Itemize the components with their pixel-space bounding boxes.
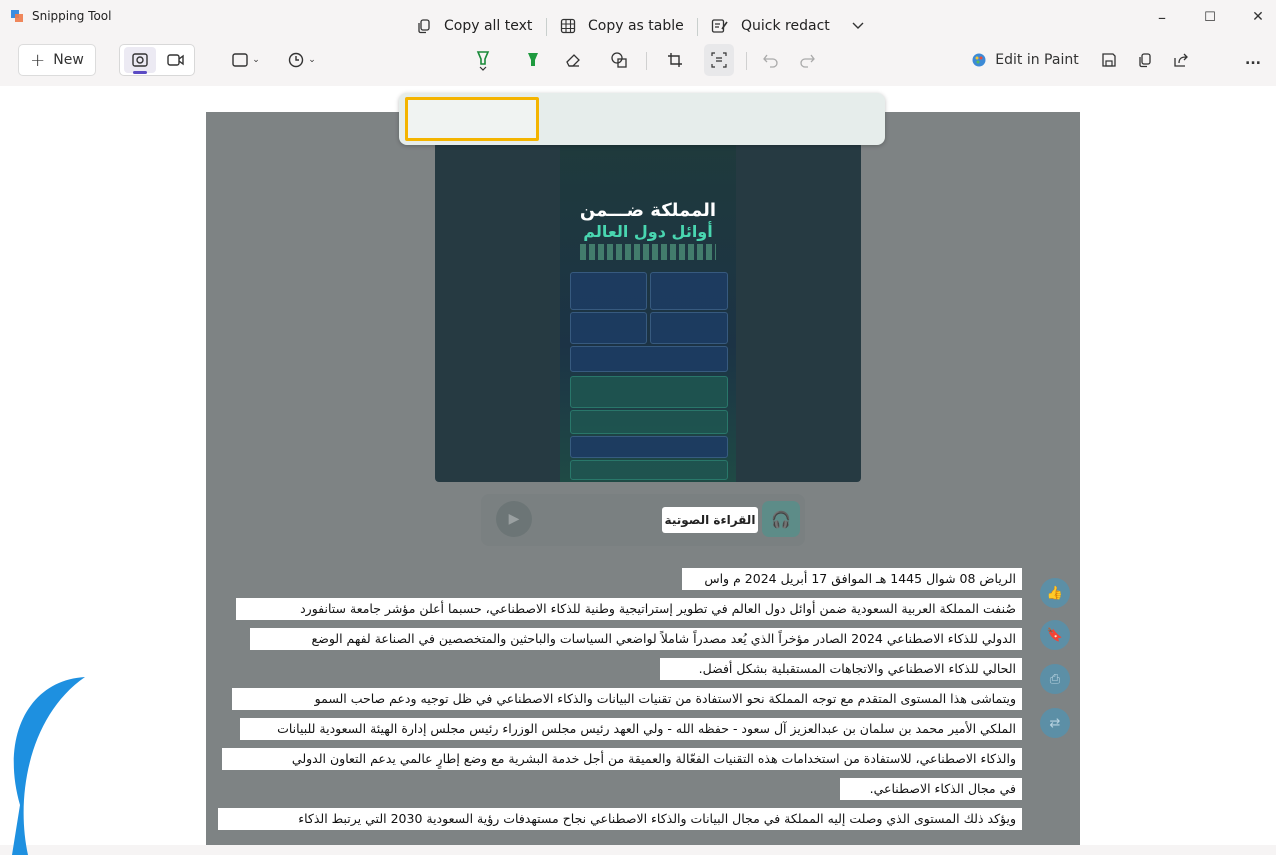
article-line: والذكاء الاصطناعي، للاستفادة من استخداما… <box>222 748 1022 770</box>
minimize-button[interactable]: – <box>1142 4 1182 30</box>
toolbar-divider <box>746 52 747 70</box>
copy-icon <box>1139 53 1151 68</box>
shapes-icon <box>611 52 627 68</box>
article-line: ويؤكد ذلك المستوى الذي وصلت إليه المملكة… <box>218 808 1022 830</box>
print-icon: ⎙ <box>1040 664 1070 694</box>
redact-icon <box>711 19 728 33</box>
new-button-label: New <box>53 52 84 68</box>
copy-all-text-highlight <box>405 97 539 141</box>
text-actions-button[interactable] <box>704 44 734 76</box>
popup-divider <box>546 18 547 36</box>
shape-icon <box>232 53 248 67</box>
copy-all-text-label: Copy all text <box>444 18 533 34</box>
timer-dropdown[interactable]: ⌄ <box>280 44 324 76</box>
new-button[interactable]: + New <box>18 44 96 76</box>
edit-in-paint-button[interactable]: Edit in Paint <box>966 44 1084 76</box>
paint-icon <box>972 53 986 67</box>
bookmark-icon: 🔖 <box>1040 620 1070 650</box>
infographic: المملكة ضـــمن أوائل دول العالم <box>560 142 736 482</box>
copy-button[interactable] <box>1130 44 1160 76</box>
info-box <box>650 312 728 344</box>
like-icon: 👍 <box>1040 578 1070 608</box>
play-icon: ▶ <box>508 511 520 527</box>
snipping-tool-icon <box>11 10 23 22</box>
chevron-down-icon: ⌄ <box>308 55 316 65</box>
share-icon <box>1174 53 1188 67</box>
article-line: في مجال الذكاء الاصطناعي. <box>840 778 1022 800</box>
quick-redact-dropdown[interactable] <box>852 12 864 40</box>
ballpoint-pen-button[interactable] <box>468 44 498 76</box>
more-options-button[interactable]: ... <box>1238 44 1268 76</box>
info-box <box>570 436 728 458</box>
chevron-down-icon: ⌄ <box>252 55 260 65</box>
save-icon <box>1102 53 1116 67</box>
article-line: الدولي للذكاء الاصطناعي 2024 الصادر مؤخر… <box>250 628 1022 650</box>
share-button[interactable] <box>1166 44 1196 76</box>
copy-as-table-label: Copy as table <box>588 18 684 34</box>
eraser-button[interactable] <box>558 44 588 76</box>
translate-icon: ⇄ <box>1040 708 1070 738</box>
article-line: الملكي الأمير محمد بن سلمان بن عبدالعزيز… <box>240 718 1022 740</box>
poster-title-line1: المملكة ضـــمن <box>579 200 717 221</box>
eraser-icon <box>566 54 580 67</box>
undo-icon <box>763 54 778 68</box>
close-button[interactable]: ✕ <box>1238 4 1276 30</box>
quick-redact-button[interactable]: Quick redact <box>711 12 830 40</box>
poster-image: المملكة ضـــمن أوائل دول العالم <box>435 142 861 482</box>
window-title: Snipping Tool <box>32 9 112 23</box>
toolbar-divider <box>646 52 647 70</box>
ballpoint-pen-icon <box>476 51 490 71</box>
timer-icon <box>289 52 304 68</box>
chevron-down-icon <box>852 22 864 29</box>
info-box <box>570 410 728 434</box>
copy-icon <box>418 19 430 34</box>
info-box <box>570 346 728 372</box>
shapes-button[interactable] <box>604 44 634 76</box>
highlighter-icon <box>528 53 538 66</box>
audio-reading-label: القراءة الصوتية <box>662 507 758 533</box>
plus-icon: + <box>30 49 46 71</box>
edit-in-paint-label: Edit in Paint <box>995 52 1079 68</box>
copy-all-text-button[interactable]: Copy all text <box>416 12 532 40</box>
info-box <box>570 376 728 408</box>
video-mode-icon <box>167 54 184 66</box>
save-button[interactable] <box>1094 44 1124 76</box>
maximize-button[interactable]: ☐ <box>1190 4 1230 30</box>
info-box <box>570 272 647 310</box>
redo-icon <box>800 54 815 68</box>
info-box <box>570 460 728 480</box>
screenshot-mode-button[interactable] <box>126 44 154 76</box>
toolbar: + New ⌄ ⌄ Edit in Paint ... <box>0 34 1276 86</box>
play-button[interactable]: ▶ <box>496 501 532 537</box>
popup-divider <box>697 18 698 36</box>
copy-as-table-button[interactable]: Copy as table <box>560 12 684 40</box>
headphones-icon: 🎧 <box>762 501 800 537</box>
table-icon <box>560 18 576 34</box>
article-line: صُنفت المملكة العربية السعودية ضمن أوائل… <box>236 598 1022 620</box>
highlighter-button[interactable] <box>518 44 548 76</box>
poster-title-line2: أوائل دول العالم <box>583 222 713 241</box>
video-mode-button[interactable] <box>162 44 190 76</box>
decorative-swoosh <box>12 677 85 855</box>
article-line: الرياض 08 شوال 1445 هـ الموافق 17 أبريل … <box>682 568 1022 590</box>
article-line: ويتماشى هذا المستوى المتقدم مع توجه المم… <box>232 688 1022 710</box>
screenshot-mode-icon <box>132 53 148 67</box>
snip-shape-dropdown[interactable]: ⌄ <box>224 44 268 76</box>
undo-button[interactable] <box>756 44 786 76</box>
redo-button[interactable] <box>792 44 822 76</box>
info-box <box>650 272 728 310</box>
info-box <box>570 312 647 344</box>
crop-icon <box>668 53 682 67</box>
quick-redact-label: Quick redact <box>741 18 830 34</box>
article-line: الحالي للذكاء الاصطناعي والاتجاهات المست… <box>660 658 1022 680</box>
poster-subtitle-blur <box>580 244 716 260</box>
crop-button[interactable] <box>660 44 690 76</box>
text-actions-icon <box>711 52 727 68</box>
